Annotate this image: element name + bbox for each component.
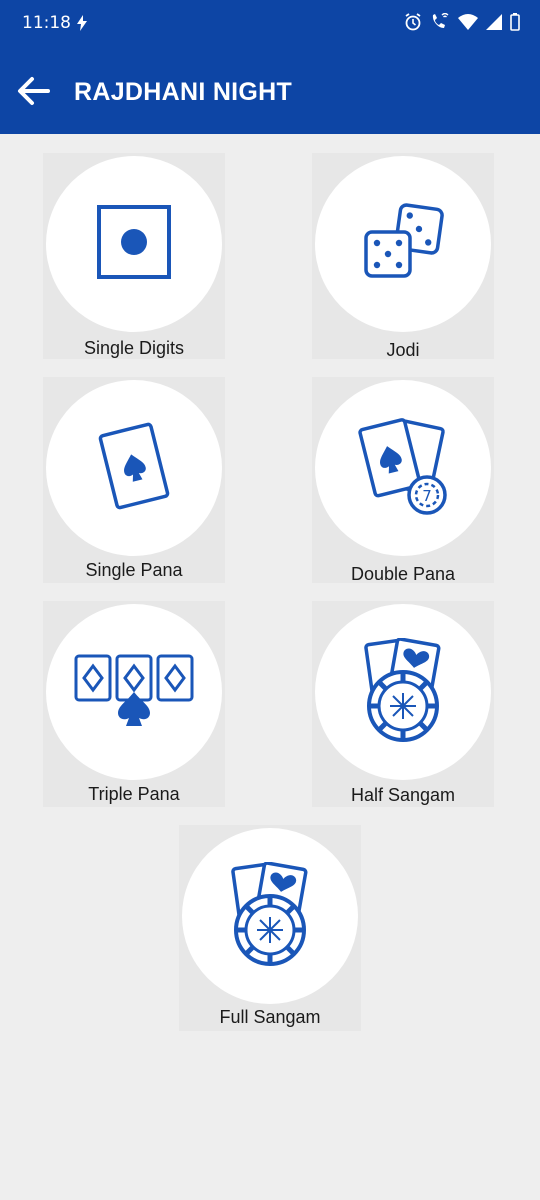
wifi-call-icon	[430, 12, 450, 36]
cards-chip-icon	[361, 636, 445, 747]
page-title: RAJDHANI NIGHT	[74, 78, 293, 106]
battery-icon	[510, 13, 520, 36]
game-tile-icon-circle	[315, 604, 491, 780]
game-tile-label: Single Digits	[83, 338, 185, 358]
status-bar: 11:18	[0, 0, 540, 48]
single-die-icon	[96, 204, 172, 285]
game-tile-icon-circle	[315, 156, 491, 332]
two-dice-icon	[361, 202, 445, 287]
game-tile-label: Half Sangam	[350, 785, 456, 805]
double-card-chip-icon: 7	[355, 416, 451, 521]
system-icons	[404, 12, 520, 36]
wifi-icon	[458, 14, 478, 35]
status-time: 11:18	[22, 13, 71, 33]
game-tile-label: Double Pana	[350, 564, 456, 584]
game-tile-label: Full Sangam	[219, 1007, 321, 1027]
game-tile-icon-circle	[46, 156, 222, 332]
game-tile-double-pana[interactable]: 7 Double Pana	[312, 377, 494, 584]
svg-text:7: 7	[422, 487, 432, 505]
game-tile-icon-circle	[182, 828, 358, 1004]
back-arrow-icon[interactable]	[16, 76, 52, 108]
game-tile-label: Triple Pana	[88, 784, 180, 804]
cards-chip-icon	[228, 860, 312, 971]
game-tile-jodi[interactable]: Jodi	[312, 153, 494, 360]
game-tile-full-sangam[interactable]: Full Sangam	[179, 825, 361, 1031]
game-tile-triple-pana[interactable]: Triple Pana	[43, 601, 225, 807]
game-tile-label: Jodi	[386, 340, 420, 360]
single-card-spade-icon	[94, 421, 174, 516]
game-tile-single-pana[interactable]: Single Pana	[43, 377, 225, 583]
game-tile-icon-circle	[46, 604, 222, 780]
app-bar: RAJDHANI NIGHT	[0, 48, 540, 134]
alarm-icon	[404, 13, 422, 36]
game-tile-single-digits[interactable]: Single Digits	[43, 153, 225, 359]
triple-cards-spade-icon	[72, 652, 196, 733]
game-tile-label: Single Pana	[85, 560, 183, 580]
bolt-icon	[76, 15, 88, 36]
game-tile-icon-circle	[46, 380, 222, 556]
signal-icon	[486, 14, 502, 35]
game-tile-half-sangam[interactable]: Half Sangam	[312, 601, 494, 807]
game-tile-icon-circle: 7	[315, 380, 491, 556]
